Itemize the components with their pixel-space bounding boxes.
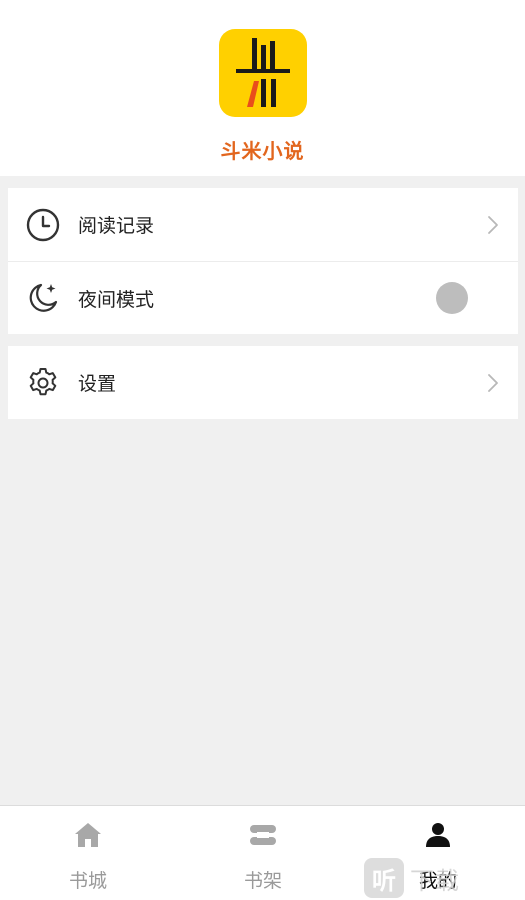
watermark-text: 下载 <box>410 866 460 895</box>
tab-label: 书城 <box>68 870 107 892</box>
menu-item-label: 夜间模式 <box>78 288 155 311</box>
menu-item-label: 设置 <box>78 373 117 395</box>
menu-group-secondary: 设置 <box>8 346 518 419</box>
profile-header: 斗米小说 <box>0 0 525 176</box>
tab-label: 书架 <box>243 870 282 892</box>
chevron-right-icon <box>488 215 498 234</box>
menu-group-primary: 阅读记录 夜间模式 <box>8 188 518 334</box>
watermark-logo-icon: 听 <box>364 858 404 898</box>
app-name: 斗米小说 <box>220 139 305 163</box>
gear-icon <box>29 367 57 395</box>
app-logo <box>218 29 307 117</box>
tab-bookshelf[interactable]: 书架 <box>203 806 323 900</box>
clock-icon <box>26 208 60 241</box>
app-root: 斗米小说 阅读记录 夜间模式 设置 书城 书架 我的 听 下载 <box>0 0 525 900</box>
home-icon <box>75 823 101 847</box>
menu-item-settings[interactable]: 设置 <box>8 346 518 419</box>
bookshelf-logo-icon <box>235 38 290 107</box>
watermark-char: 听 <box>372 866 396 895</box>
tab-bookstore[interactable]: 书城 <box>28 806 148 900</box>
menu-item-night-mode: 夜间模式 <box>8 261 518 334</box>
night-mode-toggle[interactable] <box>436 282 468 314</box>
moon-icon <box>29 283 58 312</box>
menu-item-label: 阅读记录 <box>78 215 155 237</box>
menu-item-reading-history[interactable]: 阅读记录 <box>8 188 518 261</box>
user-icon <box>426 823 450 847</box>
bookshelf-icon <box>250 825 276 845</box>
watermark: 听 下载 <box>364 858 460 898</box>
chevron-right-icon <box>488 373 498 392</box>
